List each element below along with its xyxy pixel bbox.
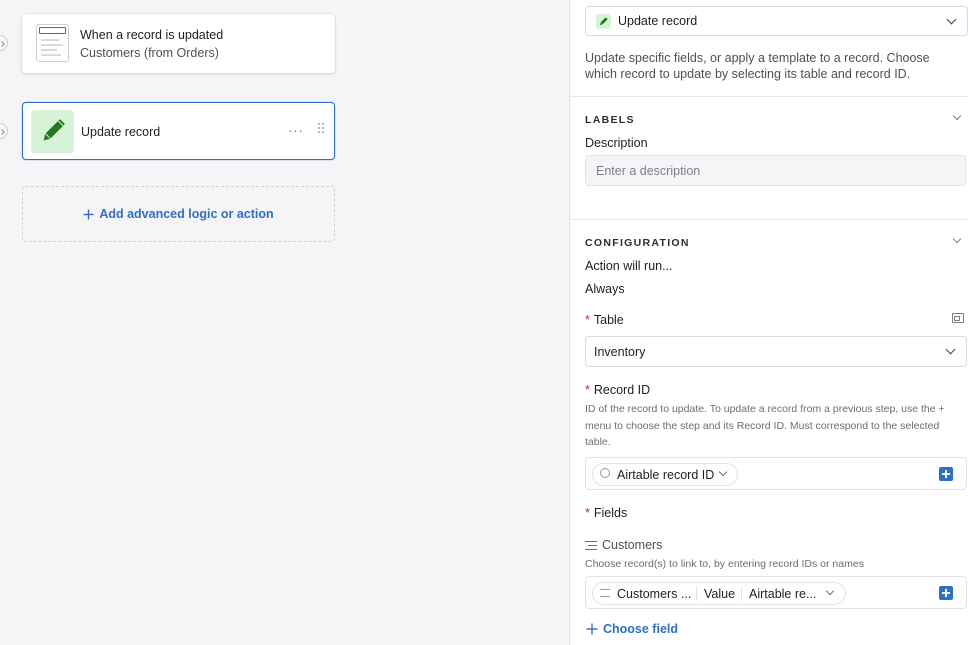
customers-field-name: Customers: [585, 538, 662, 552]
trigger-card[interactable]: When a record is updated Customers (from…: [22, 14, 335, 73]
chevron-down-icon[interactable]: [952, 111, 962, 121]
plus-icon: [83, 209, 94, 219]
chevron-down-icon: [946, 14, 957, 25]
record-id-input[interactable]: Airtable record ID: [585, 457, 967, 490]
more-icon[interactable]: ···: [288, 123, 304, 138]
linked-records-icon: [600, 589, 610, 597]
table-label: * Table: [585, 313, 624, 327]
plus-icon: [586, 623, 598, 635]
configuration-section-title: CONFIGURATION: [585, 237, 690, 249]
token-field-part: Customers ...: [617, 587, 692, 601]
action-will-run-value[interactable]: Always: [585, 282, 625, 296]
connector-dot[interactable]: [0, 35, 8, 51]
token-source-part: Airtable re...: [749, 587, 817, 601]
workflow-canvas: When a record is updated Customers (from…: [0, 0, 569, 645]
at-sign-icon: [600, 468, 610, 478]
chevron-down-icon: [718, 467, 728, 477]
chevron-down-icon: [825, 586, 835, 596]
fields-label: * Fields: [585, 506, 628, 520]
record-id-token[interactable]: Airtable record ID: [592, 463, 738, 486]
chevron-down-icon[interactable]: [952, 234, 962, 244]
divider: [696, 586, 697, 601]
plus-square-icon[interactable]: [939, 467, 953, 481]
action-type-value: Update record: [618, 14, 698, 28]
action-type-select[interactable]: Update record: [585, 6, 968, 36]
plus-square-icon[interactable]: [939, 586, 953, 600]
choose-field-button[interactable]: Choose field: [586, 622, 678, 636]
pencil-icon: [31, 110, 74, 153]
record-id-label: * Record ID: [585, 383, 651, 397]
divider: [570, 219, 968, 220]
token-value-part: Value: [704, 587, 736, 601]
customers-field-help: Choose record(s) to link to, by entering…: [585, 558, 864, 570]
choose-field-label: Choose field: [603, 622, 679, 636]
trigger-title: When a record is updated: [80, 28, 224, 42]
table-value: Inventory: [594, 345, 646, 359]
action-will-run-label: Action will run...: [585, 259, 673, 273]
action-title: Update record: [81, 125, 161, 139]
layout-icon[interactable]: [952, 313, 964, 323]
divider: [570, 96, 968, 97]
action-card[interactable]: Update record ···: [22, 102, 335, 160]
description-input[interactable]: [585, 155, 966, 186]
customers-field-input[interactable]: Customers ... Value Airtable re...: [585, 576, 967, 609]
connector-dot[interactable]: [0, 123, 8, 139]
table-select[interactable]: Inventory: [585, 336, 967, 367]
add-logic-label: Add advanced logic or action: [99, 207, 274, 221]
drag-handle-icon[interactable]: [318, 123, 326, 135]
add-logic-button[interactable]: Add advanced logic or action: [22, 186, 335, 242]
pencil-icon: [596, 14, 611, 29]
record-form-icon: [36, 24, 69, 62]
linked-records-icon: [585, 541, 597, 550]
divider: [741, 586, 742, 601]
action-config-panel: Update record Update specific fields, or…: [569, 0, 968, 645]
labels-section-title: LABELS: [585, 114, 635, 126]
trigger-subtitle: Customers (from Orders): [80, 46, 219, 60]
record-id-help: ID of the record to update. To update a …: [585, 403, 945, 448]
record-id-token-label: Airtable record ID: [617, 468, 715, 482]
chevron-down-icon: [945, 344, 956, 355]
action-description: Update specific fields, or apply a templ…: [585, 51, 930, 81]
description-label: Description: [585, 136, 648, 150]
customers-value-token[interactable]: Customers ... Value Airtable re...: [592, 582, 846, 605]
